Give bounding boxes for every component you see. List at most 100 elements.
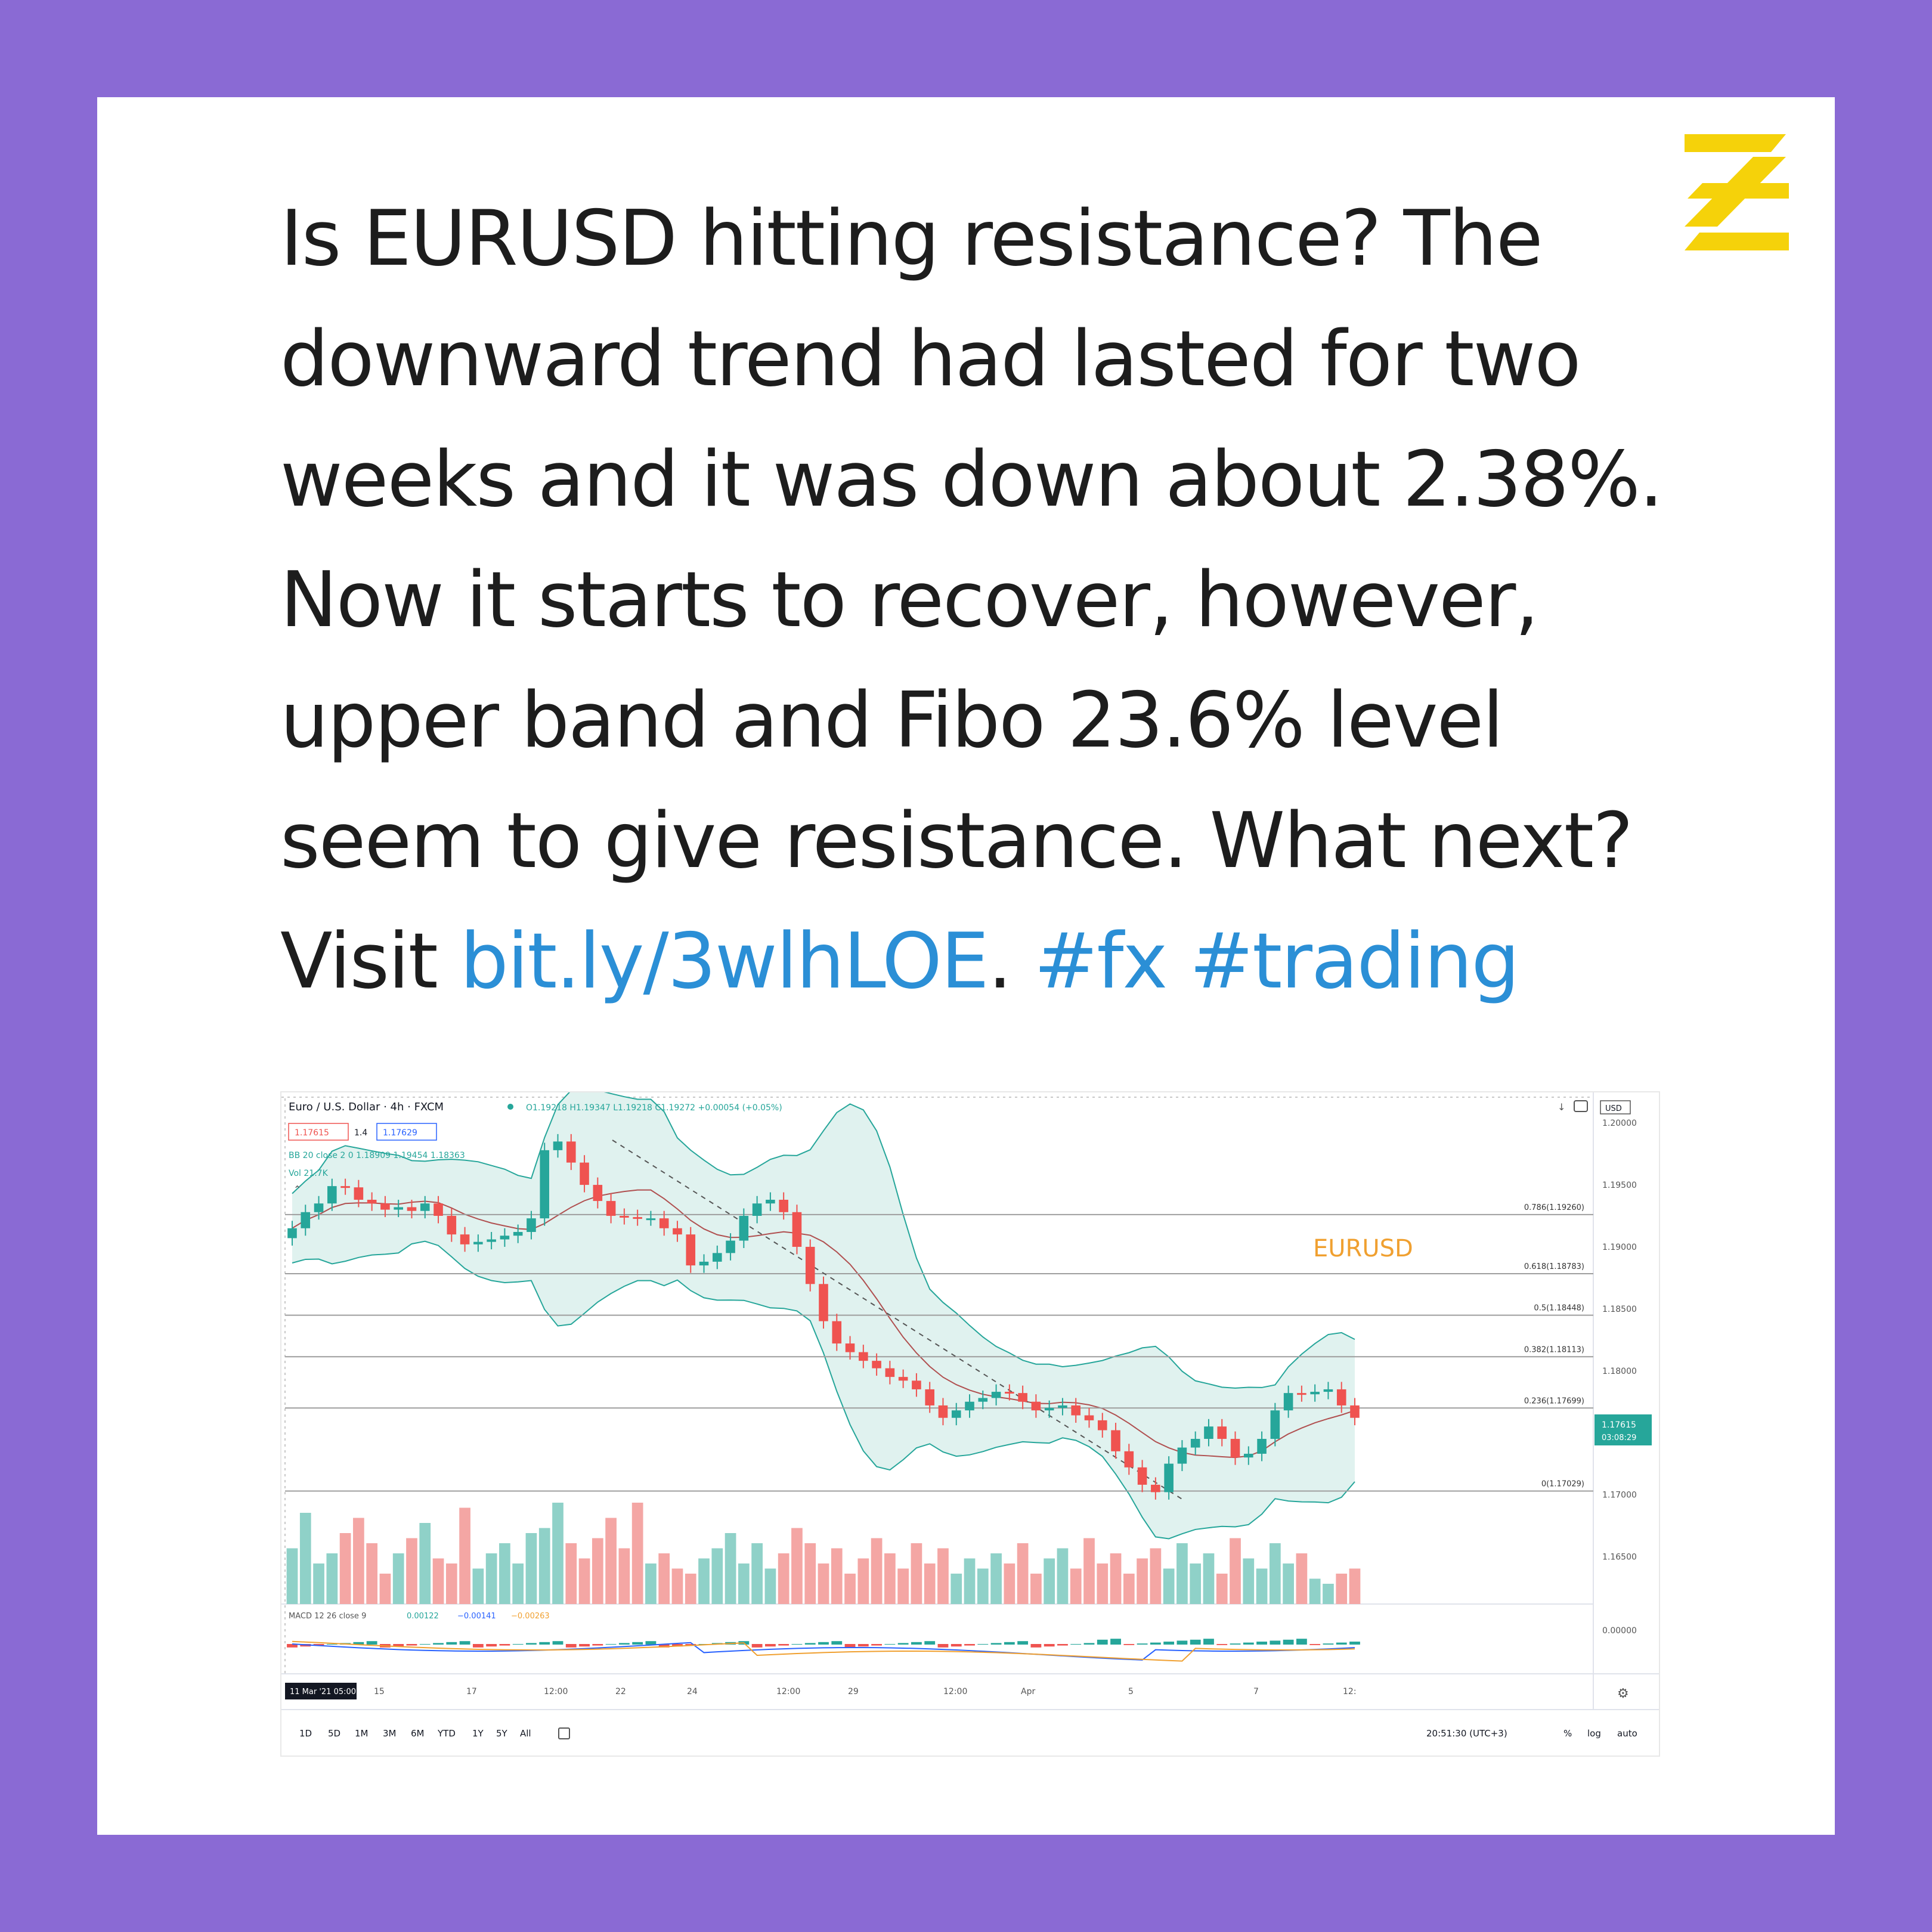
range-1m[interactable]: 1M (355, 1728, 369, 1739)
fib-label: 0.236(1.17699) (1524, 1397, 1584, 1405)
download-icon[interactable]: ↓ (1558, 1101, 1565, 1113)
macd-histogram-bar (1150, 1642, 1161, 1645)
macd-histogram-bar (884, 1644, 896, 1645)
macd-histogram-bar (844, 1644, 856, 1648)
settings-gear-icon[interactable]: ⚙ (1617, 1686, 1629, 1701)
macd-histogram-bar (579, 1644, 590, 1647)
macd-histogram-bar (459, 1641, 470, 1645)
volume-bar (313, 1563, 324, 1604)
range-3m[interactable]: 3M (383, 1728, 397, 1739)
x-tick-label: 17 (466, 1687, 477, 1696)
volume-bar (698, 1558, 710, 1604)
macd-histogram-bar (1137, 1643, 1148, 1645)
volume-bar (1336, 1574, 1348, 1604)
volume-bar (392, 1553, 404, 1604)
eurusd-annotation: EURUSD (1313, 1235, 1413, 1262)
macd-histogram-bar (552, 1641, 564, 1645)
macd-histogram-bar (1004, 1642, 1015, 1645)
volume-bar (977, 1568, 989, 1604)
volume-bar (658, 1553, 670, 1604)
macd-histogram-bar (1230, 1643, 1241, 1645)
candle-body (606, 1201, 616, 1216)
candle-body (1058, 1405, 1067, 1408)
short-link[interactable]: bit.ly/3wlhLOE (460, 917, 989, 1006)
macd-histogram-bar (764, 1644, 776, 1647)
candle-body (1270, 1410, 1280, 1439)
macd-histogram-bar (1017, 1641, 1029, 1645)
candle-body (580, 1162, 589, 1185)
macd-histogram-bar (1070, 1644, 1082, 1645)
macd-histogram-bar (751, 1644, 763, 1648)
collapse-legend-icon[interactable]: ⌃ (293, 1184, 301, 1195)
post-line-2: downward trend had lasted for two (280, 315, 1581, 404)
x-tick-label: 15 (374, 1687, 385, 1696)
candle-body (1071, 1405, 1081, 1416)
macd-histogram-bar (645, 1641, 657, 1645)
volume-bar (353, 1518, 364, 1604)
macd-legend: MACD 12 26 close 9 (289, 1612, 366, 1621)
hashtag-trading[interactable]: #trading (1190, 917, 1520, 1006)
macd-histogram-bar (911, 1642, 922, 1645)
candle-body (513, 1232, 523, 1236)
candle-body (1018, 1393, 1027, 1402)
log-toggle[interactable]: log (1587, 1728, 1601, 1739)
range-1y[interactable]: 1Y (472, 1728, 484, 1739)
candle-body (1257, 1439, 1267, 1454)
volume-bar (724, 1533, 736, 1604)
range-ytd[interactable]: YTD (437, 1728, 456, 1739)
macd-histogram-bar (1203, 1639, 1214, 1645)
volume-bar (379, 1574, 391, 1604)
x-tick-label: 12:00 (544, 1687, 568, 1696)
x-tick-label: 29 (848, 1687, 859, 1696)
macd-histogram-bar (1309, 1644, 1321, 1645)
macd-histogram-bar (1190, 1639, 1201, 1645)
macd-histogram-bar (565, 1644, 577, 1648)
candle-body (633, 1217, 642, 1219)
post-line-3: weeks and it was down about 2.38%. (280, 435, 1664, 524)
volume-bar (432, 1558, 444, 1604)
macd-value-3: −0.00263 (511, 1612, 550, 1621)
fib-label: 0.382(1.18113) (1524, 1345, 1584, 1354)
candle-body (792, 1212, 802, 1247)
fib-label: 0.618(1.18783) (1524, 1262, 1584, 1271)
volume-bar (1349, 1568, 1361, 1604)
macd-histogram-bar (446, 1642, 457, 1645)
candle-body (659, 1218, 669, 1228)
volume-bar (924, 1563, 936, 1604)
macd-histogram-bar (937, 1644, 949, 1648)
link-suffix: . (987, 917, 1035, 1006)
candle-body (487, 1239, 496, 1242)
range-1d[interactable]: 1D (299, 1728, 312, 1739)
volume-bar (1150, 1548, 1162, 1604)
volume-bar (565, 1543, 577, 1604)
macd-histogram-bar (419, 1644, 431, 1645)
candle-body (912, 1380, 921, 1389)
macd-histogram-bar (472, 1644, 484, 1648)
x-tick-label: 12:00 (776, 1687, 800, 1696)
volume-bar (1097, 1563, 1109, 1604)
volume-bar (339, 1533, 351, 1604)
macd-histogram-bar (366, 1641, 377, 1645)
auto-toggle[interactable]: auto (1617, 1728, 1637, 1739)
range-6m[interactable]: 6M (411, 1728, 425, 1739)
volume-bar (1216, 1574, 1228, 1604)
volume-bar (512, 1563, 524, 1604)
candle-body (287, 1228, 297, 1239)
macd-histogram-bar (1283, 1639, 1294, 1645)
range-5d[interactable]: 5D (328, 1728, 340, 1739)
hashtag-fx[interactable]: #fx (1034, 917, 1168, 1006)
volume-bar (897, 1568, 909, 1604)
x-tick-label: 22 (615, 1687, 626, 1696)
market-status-dot (507, 1104, 513, 1110)
range-all[interactable]: All (520, 1728, 531, 1739)
candle-body (646, 1218, 656, 1221)
candle-body (1350, 1405, 1360, 1418)
range-5y[interactable]: 5Y (496, 1728, 508, 1739)
percent-toggle[interactable]: % (1563, 1728, 1572, 1739)
macd-histogram-bar (433, 1643, 444, 1645)
candle-body (859, 1352, 868, 1361)
volume-bar (406, 1538, 417, 1604)
candle-body (327, 1186, 337, 1204)
macd-histogram-bar (1216, 1644, 1228, 1645)
macd-histogram-bar (1097, 1639, 1108, 1645)
